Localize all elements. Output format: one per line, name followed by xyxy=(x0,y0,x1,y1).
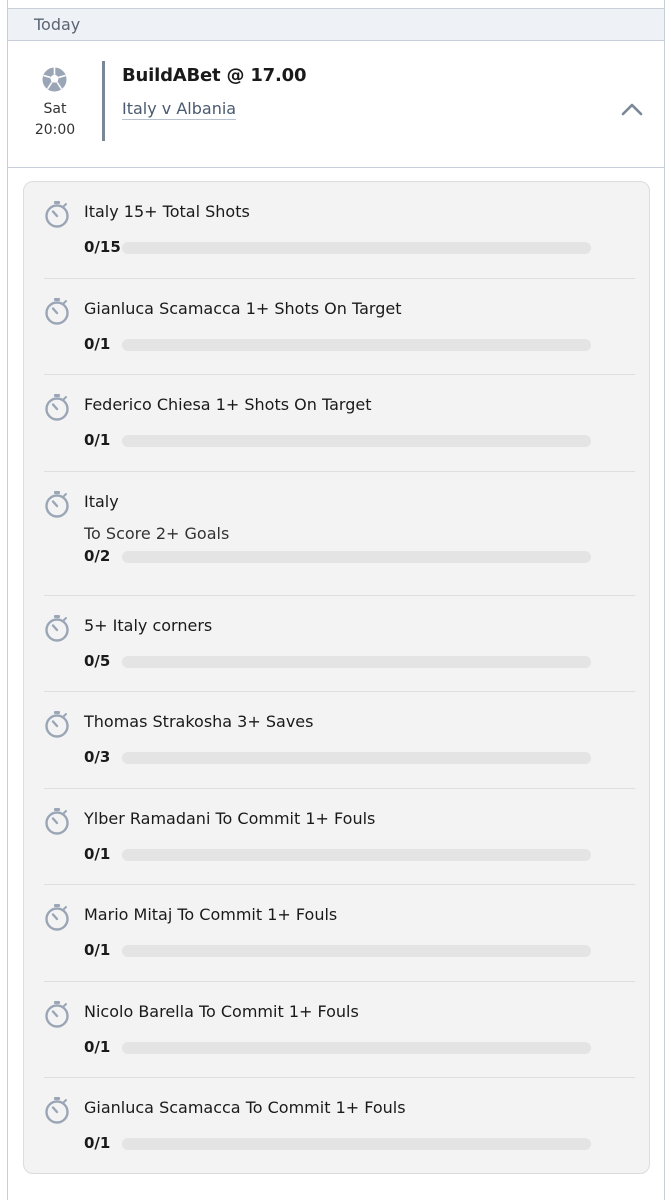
leg-progress-bar xyxy=(122,435,591,447)
day-header: Today xyxy=(8,8,664,41)
stopwatch-icon xyxy=(44,710,70,738)
event-day: Sat xyxy=(43,101,67,117)
stopwatch-icon xyxy=(44,200,70,228)
leg-progress-bar xyxy=(122,338,591,351)
stopwatch-icon xyxy=(44,393,70,421)
leg-row: Thomas Strakosha 3+ Saves 0/3 xyxy=(24,692,649,789)
leg-title: 5+ Italy corners xyxy=(84,615,213,635)
leg-progress-count: 0/3 xyxy=(84,748,111,766)
leg-title: Italy xyxy=(84,491,119,511)
leg-progress-count: 0/1 xyxy=(84,941,111,959)
event-match-link[interactable]: Italy v Albania xyxy=(122,99,237,120)
leg-progress-bar xyxy=(122,550,591,563)
leg-row: Italy To Score 2+ Goals 0/2 xyxy=(24,472,649,596)
stopwatch-icon xyxy=(44,297,70,325)
leg-row: Italy 15+ Total Shots 0/15 xyxy=(24,182,649,279)
leg-progress-bar xyxy=(122,945,591,957)
stopwatch-icon xyxy=(44,1096,70,1124)
leg-progress-count: 0/2 xyxy=(84,546,111,565)
leg-progress-count: 0/1 xyxy=(84,1134,111,1152)
leg-row: Gianluca Scamacca 1+ Shots On Target 0/1 xyxy=(24,279,649,375)
leg-row: Gianluca Scamacca To Commit 1+ Fouls 0/1 xyxy=(24,1078,649,1175)
leg-progress-count: 0/1 xyxy=(84,844,111,863)
leg-progress-bar xyxy=(122,1138,591,1150)
leg-row: 5+ Italy corners 0/5 xyxy=(24,596,649,692)
leg-progress-count: 0/1 xyxy=(84,431,111,449)
leg-progress-bar xyxy=(122,848,591,861)
football-icon xyxy=(41,66,68,93)
leg-progress-count: 0/5 xyxy=(84,651,111,670)
leg-progress-count: 0/15 xyxy=(84,238,121,256)
leg-title: Mario Mitaj To Commit 1+ Fouls xyxy=(84,905,338,924)
leg-progress-bar xyxy=(122,752,591,764)
leg-progress-bar xyxy=(122,655,591,668)
stopwatch-icon xyxy=(44,1000,70,1028)
bet-tracker-page: Today Sat 20:00 BuildABet @ 17.00 Italy … xyxy=(7,0,665,1200)
leg-title: Gianluca Scamacca 1+ Shots On Target xyxy=(84,298,402,318)
leg-row: Federico Chiesa 1+ Shots On Target 0/1 xyxy=(24,375,649,472)
chevron-up-icon[interactable] xyxy=(620,101,644,117)
leg-title: Thomas Strakosha 3+ Saves xyxy=(84,712,314,731)
leg-title: Ylber Ramadani To Commit 1+ Fouls xyxy=(84,808,376,828)
stopwatch-icon xyxy=(44,807,70,835)
stopwatch-icon xyxy=(44,614,70,642)
leg-title: Federico Chiesa 1+ Shots On Target xyxy=(84,395,372,414)
legs-panel: Italy 15+ Total Shots 0/15 Gianluca Scamac… xyxy=(23,181,650,1174)
leg-row: Mario Mitaj To Commit 1+ Fouls 0/1 xyxy=(24,885,649,982)
stopwatch-icon xyxy=(44,490,70,518)
event-time: 20:00 xyxy=(34,122,76,138)
leg-title: Italy 15+ Total Shots xyxy=(84,202,250,221)
event-divider xyxy=(102,61,105,141)
leg-row: Ylber Ramadani To Commit 1+ Fouls 0/1 xyxy=(24,789,649,885)
leg-progress-count: 0/1 xyxy=(84,334,111,353)
leg-subtitle: To Score 2+ Goals xyxy=(84,523,230,543)
day-header-label: Today xyxy=(34,15,81,34)
leg-row: Nicolo Barella To Commit 1+ Fouls 0/1 xyxy=(24,982,649,1078)
leg-progress-bar xyxy=(122,242,591,254)
event-card[interactable]: Sat 20:00 BuildABet @ 17.00 Italy v Alba… xyxy=(8,41,664,168)
leg-title: Gianluca Scamacca To Commit 1+ Fouls xyxy=(84,1098,406,1117)
event-title: BuildABet @ 17.00 xyxy=(122,65,307,86)
leg-progress-bar xyxy=(122,1041,591,1054)
leg-title: Nicolo Barella To Commit 1+ Fouls xyxy=(84,1001,359,1021)
leg-progress-count: 0/1 xyxy=(84,1037,111,1056)
stopwatch-icon xyxy=(44,903,70,931)
